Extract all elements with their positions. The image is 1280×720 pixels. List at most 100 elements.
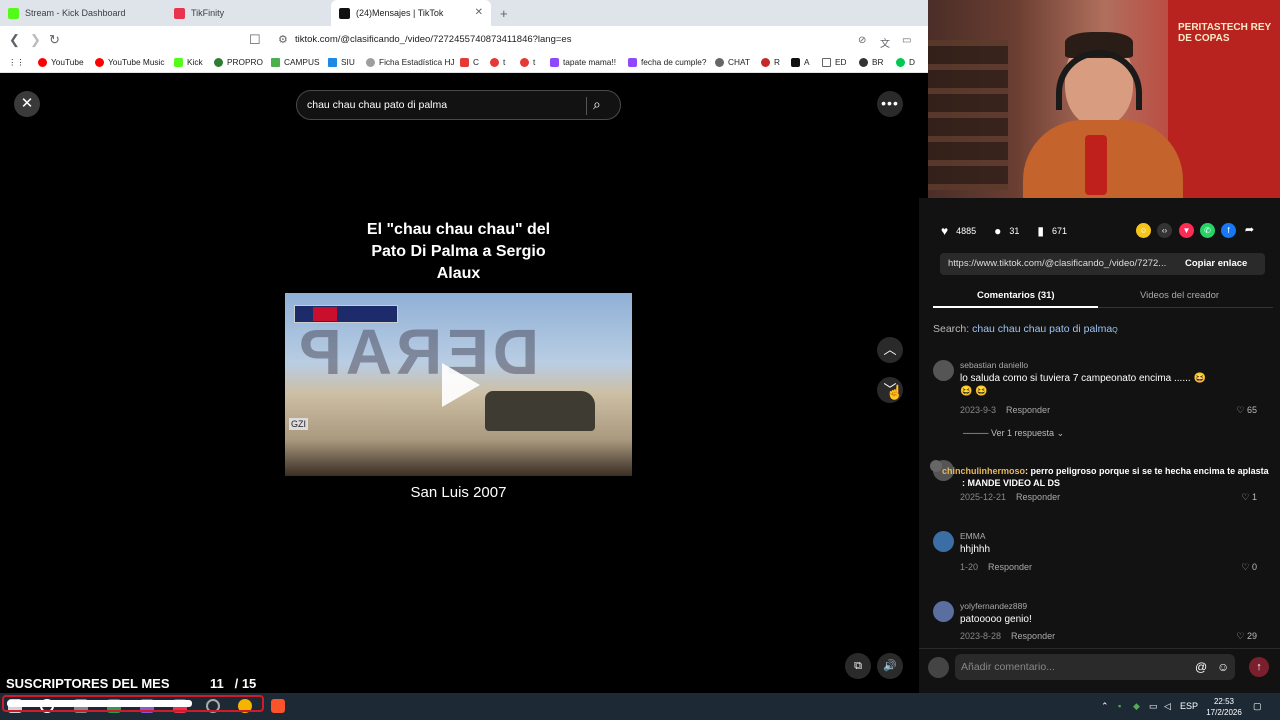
forward-icon[interactable]: ❯ (30, 32, 41, 48)
comment-username[interactable]: sebastian daniello (960, 360, 1028, 370)
comment-like[interactable]: ♡ 65 (1236, 405, 1257, 416)
avatar[interactable] (933, 531, 954, 552)
bookmark-ficha[interactable]: Ficha Estadística HJ (366, 57, 455, 67)
send-icon[interactable]: ↑ (1249, 657, 1269, 677)
apps-icon[interactable]: ⋮⋮ (8, 57, 25, 67)
view-replies-button[interactable]: ──── Ver 1 respuesta ⌄ (963, 428, 1064, 439)
notifications-icon[interactable]: ▢ (1253, 701, 1262, 712)
brave-icon[interactable] (271, 699, 285, 713)
keyboard-lang[interactable]: ESP (1180, 701, 1198, 711)
volume-icon[interactable]: 🔊 (877, 653, 903, 679)
play-icon[interactable] (442, 363, 480, 407)
volume-icon[interactable]: ◁ (1164, 701, 1171, 712)
youtube-music-icon (95, 57, 104, 67)
no-tracking-icon[interactable]: ⊘ (858, 35, 866, 46)
avatar[interactable] (933, 601, 954, 622)
bookmark-d[interactable]: D (896, 57, 915, 67)
comment-like[interactable]: ♡ 0 (1241, 562, 1257, 573)
comment-like[interactable]: ♡ 29 (1236, 631, 1257, 641)
picture-in-picture-icon[interactable]: ⧉ (845, 653, 871, 679)
bookmark-kick[interactable]: Kick (174, 57, 203, 67)
video-player[interactable]: DERAP GZI (285, 293, 632, 476)
close-tab-icon[interactable]: ✕ (475, 7, 483, 18)
tab-comments[interactable]: Comentarios (31) (977, 290, 1055, 301)
reply-button[interactable]: Responder (1016, 492, 1060, 502)
url-field[interactable]: ⚙ tiktok.com/@clasificando_/video/727245… (268, 28, 926, 52)
search-input[interactable]: chau chau chau pato di palma (307, 99, 447, 111)
bookmark-siu[interactable]: SIU (328, 57, 355, 67)
bookmark-a[interactable]: A (791, 57, 810, 67)
site-info-icon[interactable]: ⚙ (278, 33, 288, 46)
more-options-icon[interactable]: ••• (877, 91, 903, 117)
save-button[interactable]: ▮ 671 (1037, 224, 1067, 238)
comment-button[interactable]: ● 31 (994, 224, 1019, 238)
embed-icon[interactable]: ‹› (1157, 223, 1172, 238)
search-box[interactable]: chau chau chau pato di palma ⌕ (296, 90, 621, 120)
tab-tikfinity[interactable]: TikFinity (166, 0, 330, 26)
repost-icon[interactable]: ▼ (1179, 223, 1194, 238)
bookmark-t2[interactable]: t (520, 57, 535, 67)
tray-app-icon[interactable]: ◆ (1133, 701, 1140, 712)
tab-tiktok-messages[interactable]: (24)Mensajes | TikTok ✕ (331, 0, 491, 26)
share-icon[interactable]: ➦ (1242, 223, 1257, 238)
subs-progress-bar (2, 695, 264, 712)
share-link[interactable]: https://www.tiktok.com/@clasificando_/vi… (948, 258, 1198, 269)
emoji-icon[interactable]: ☺ (1217, 660, 1229, 674)
tab-kick-dashboard[interactable]: Stream - Kick Dashboard (0, 0, 165, 26)
reply-button[interactable]: Responder (1006, 405, 1050, 415)
bookmark-c[interactable]: C (460, 57, 479, 67)
bookmark-label: SIU (341, 57, 355, 67)
divider (586, 97, 587, 115)
bookmark-label: D (909, 57, 915, 67)
comment-input[interactable]: Añadir comentario... @ ☺ (955, 654, 1235, 680)
close-icon[interactable]: ✕ (14, 91, 40, 117)
tv-watermark: GZI (289, 418, 308, 430)
active-tab-indicator (933, 306, 1098, 308)
reload-icon[interactable]: ↻ (49, 32, 60, 48)
tray-app-icon[interactable]: ▪ (1118, 701, 1121, 711)
subs-counter: 11 / 15 (210, 676, 256, 691)
chevron-up-icon[interactable]: ⌃ (1101, 701, 1109, 712)
bookmark-tapate-mama[interactable]: tapate mama!! (550, 57, 616, 67)
bookmark-propro[interactable]: PROPRO (214, 57, 263, 67)
comment-username[interactable]: yolyfernandez889 (960, 601, 1027, 611)
subs-goal: SUSCRIPTORES DEL MES 11 / 15 (0, 674, 285, 693)
mention-icon[interactable]: @ (1195, 660, 1207, 674)
previous-video-icon[interactable]: ︿ (877, 337, 903, 363)
clock[interactable]: 22:53 17/2/2026 (1200, 696, 1248, 718)
chat-username: chinchulinhermoso (942, 466, 1026, 476)
cast-icon[interactable]: ▭ (902, 35, 911, 46)
comment-like[interactable]: ♡ 1 (1241, 492, 1257, 503)
whatsapp-icon[interactable]: ✆ (1200, 223, 1215, 238)
back-icon[interactable]: ❮ (9, 32, 20, 48)
bookmark-icon[interactable]: ☐ (249, 32, 261, 48)
video-stats: ♥ 4885 ● 31 ▮ 671 (941, 224, 1085, 238)
search-icon[interactable]: ⌕ (593, 96, 601, 113)
like-button[interactable]: ♥ 4885 (941, 224, 976, 238)
related-search[interactable]: Search: chau chau chau pato di palmaQ (933, 323, 1118, 335)
search-prefix: Search: (933, 323, 970, 335)
network-icon[interactable]: ▭ (1149, 701, 1158, 712)
reply-button[interactable]: Responder (988, 562, 1032, 572)
bookmark-label: ED (835, 57, 847, 67)
bookmark-t1[interactable]: t (490, 57, 505, 67)
tab-creator-videos[interactable]: Videos del creador (1140, 290, 1219, 301)
bookmark-br[interactable]: BR (859, 57, 884, 67)
reply-button[interactable]: Responder (1011, 631, 1055, 641)
translate-icon[interactable]: 文 (880, 35, 890, 50)
bookmark-fecha-cumple[interactable]: fecha de cumple? (628, 57, 707, 67)
bookmark-youtube[interactable]: YouTube (38, 57, 84, 67)
save-count: 671 (1052, 226, 1068, 236)
comment-item: EMMA hhjhhh 1-20 Responder ♡ 0 (933, 531, 1273, 581)
comment-username[interactable]: EMMA (960, 531, 986, 541)
bookmark-chat[interactable]: CHAT (715, 57, 750, 67)
avatar[interactable] (933, 360, 954, 381)
new-tab-icon[interactable]: + (500, 6, 508, 21)
coin-icon[interactable]: ☺ (1136, 223, 1151, 238)
bookmark-youtube-music[interactable]: YouTube Music (95, 57, 165, 67)
bookmark-ed[interactable]: ED (822, 57, 847, 67)
bookmark-r[interactable]: R (761, 57, 780, 67)
bookmark-campus[interactable]: CAMPUS (271, 57, 320, 67)
facebook-icon[interactable]: f (1221, 223, 1236, 238)
copy-link-button[interactable]: Copiar enlace (1185, 258, 1247, 269)
